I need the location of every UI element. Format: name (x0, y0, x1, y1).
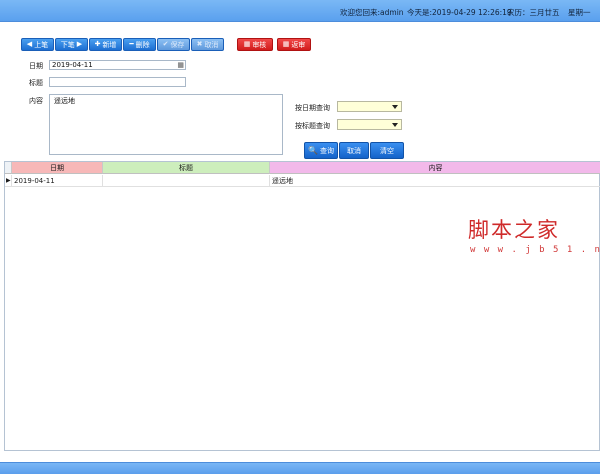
watermark-url: w w w . j b 5 1 . n e t (470, 245, 600, 255)
close-icon: ✖ (196, 40, 203, 48)
query-title-label: 按标题查询 (295, 122, 330, 130)
date-field[interactable]: 2019-04-11 ▦ (49, 60, 186, 70)
column-header-content[interactable]: 内容 (270, 162, 600, 174)
next-button[interactable]: 下笔 ▶ (55, 38, 88, 51)
minus-icon: ━ (129, 40, 134, 48)
add-button[interactable]: ✚ 新增 (89, 38, 122, 51)
top-bar: 欢迎您回来:admin 今天是:2019-04-29 12:26:19 农历：三… (0, 0, 600, 22)
calendar-icon[interactable]: ▦ (177, 61, 184, 69)
content-label: 内容 (29, 97, 43, 105)
query-date-select[interactable] (337, 101, 402, 112)
query-cancel-button[interactable]: 取消 (339, 142, 369, 159)
watermark-logo: 脚本之家 (468, 218, 560, 242)
bottom-bar (0, 462, 600, 474)
row-header-corner (5, 162, 12, 174)
row-indicator-icon: ▶ (5, 175, 12, 187)
title-label: 标题 (29, 79, 43, 87)
data-grid: 日期 标题 内容 ▶ 2019-04-11 遥远地 (4, 161, 600, 451)
date-label: 日期 (29, 62, 43, 70)
search-icon: 🔍 (308, 145, 318, 155)
weekday-text: 星期一 (568, 8, 591, 17)
delete-button[interactable]: ━ 删除 (123, 38, 156, 51)
add-label: 新增 (102, 40, 117, 49)
cancel-label: 取消 (204, 40, 219, 49)
next-label: 下笔 (60, 40, 75, 49)
today-text: 今天是:2019-04-29 12:26:19 (407, 8, 512, 17)
clear-label: 清空 (380, 146, 394, 155)
grid-icon: ▦ (282, 40, 290, 48)
save-label: 保存 (170, 40, 185, 49)
check-icon: ✔ (162, 40, 169, 48)
column-header-title[interactable]: 标题 (103, 162, 270, 174)
plus-icon: ✚ (94, 40, 101, 48)
unaudit-label: 返审 (291, 40, 306, 49)
lunar-text: 农历：三月廿五 (507, 8, 560, 17)
title-field[interactable] (49, 77, 186, 87)
triangle-left-icon: ◀ (26, 40, 33, 48)
prev-label: 上笔 (34, 40, 49, 49)
column-header-date[interactable]: 日期 (12, 162, 103, 174)
query-title-select[interactable] (337, 119, 402, 130)
audit-button[interactable]: ▦ 审核 (237, 38, 273, 51)
delete-label: 删除 (135, 40, 150, 49)
grid-icon: ▦ (243, 40, 251, 48)
clear-button[interactable]: 清空 (370, 142, 404, 159)
table-row-date[interactable]: 2019-04-11 (12, 175, 103, 187)
unaudit-button[interactable]: ▦ 返审 (277, 38, 311, 51)
chevron-down-icon (392, 105, 398, 109)
save-button[interactable]: ✔ 保存 (157, 38, 190, 51)
query-date-label: 按日期查询 (295, 104, 330, 112)
chevron-down-icon (392, 123, 398, 127)
query-cancel-label: 取消 (347, 146, 361, 155)
search-label: 查询 (319, 146, 334, 155)
content-value: 遥远地 (54, 97, 75, 105)
table-row-content[interactable]: 遥远地 (270, 175, 600, 187)
welcome-text: 欢迎您回来:admin (340, 8, 404, 17)
date-value: 2019-04-11 (52, 61, 93, 69)
cancel-button[interactable]: ✖ 取消 (191, 38, 224, 51)
triangle-right-icon: ▶ (76, 40, 83, 48)
content-textarea[interactable]: 遥远地 (49, 94, 283, 155)
prev-button[interactable]: ◀ 上笔 (21, 38, 54, 51)
table-row-title[interactable] (103, 175, 270, 187)
search-button[interactable]: 🔍 查询 (304, 142, 338, 159)
audit-label: 审核 (252, 40, 267, 49)
